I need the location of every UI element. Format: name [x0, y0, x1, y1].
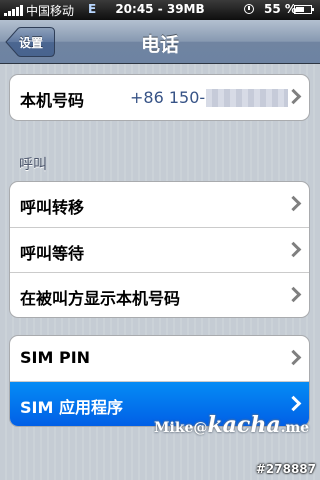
redacted-number-block — [206, 89, 288, 107]
chevron-right-icon — [285, 286, 302, 303]
navigation-bar: 设置 电话 — [0, 20, 320, 64]
section-header-calling: 呼叫 — [19, 157, 47, 173]
call-waiting-row[interactable]: 呼叫等待 — [10, 227, 309, 272]
my-number-value: +86 150- — [130, 88, 206, 107]
call-waiting-label: 呼叫等待 — [20, 244, 85, 263]
show-caller-id-label: 在被叫方显示本机号码 — [20, 289, 181, 308]
my-number-row[interactable]: 本机号码 +86 150- — [10, 75, 309, 120]
watermark-id: #278887 — [255, 462, 316, 476]
page-title: 电话 — [140, 34, 179, 56]
status-bar: 中国移动 E 20:45 - 39MB 55 % — [0, 0, 320, 20]
call-forwarding-label: 呼叫转移 — [20, 198, 85, 217]
sim-pin-label: SIM PIN — [20, 348, 91, 367]
sim-pin-row[interactable]: SIM PIN — [10, 336, 309, 381]
calling-group: 呼叫转移 呼叫等待 在被叫方显示本机号码 — [9, 181, 310, 318]
show-caller-id-row[interactable]: 在被叫方显示本机号码 — [10, 272, 309, 317]
chevron-right-icon — [285, 241, 302, 258]
chevron-right-icon — [285, 195, 302, 212]
watermark: Mike@kacha.me — [154, 412, 309, 438]
alarm-clock-icon — [244, 4, 254, 14]
chevron-right-icon — [285, 395, 302, 412]
battery-percent: 55 % — [264, 2, 297, 16]
watermark-brand: kacha — [207, 412, 281, 438]
call-forwarding-row[interactable]: 呼叫转移 — [10, 182, 309, 227]
battery-fill — [296, 7, 304, 12]
watermark-prefix: Mike@ — [154, 420, 208, 436]
sim-applications-label: SIM 应用程序 — [20, 398, 123, 417]
my-number-label: 本机号码 — [20, 91, 85, 110]
watermark-suffix: .me — [280, 420, 310, 436]
chevron-right-icon — [285, 88, 302, 105]
my-number-group: 本机号码 +86 150- — [9, 74, 310, 121]
battery-icon — [294, 5, 314, 14]
chevron-right-icon — [285, 349, 302, 366]
